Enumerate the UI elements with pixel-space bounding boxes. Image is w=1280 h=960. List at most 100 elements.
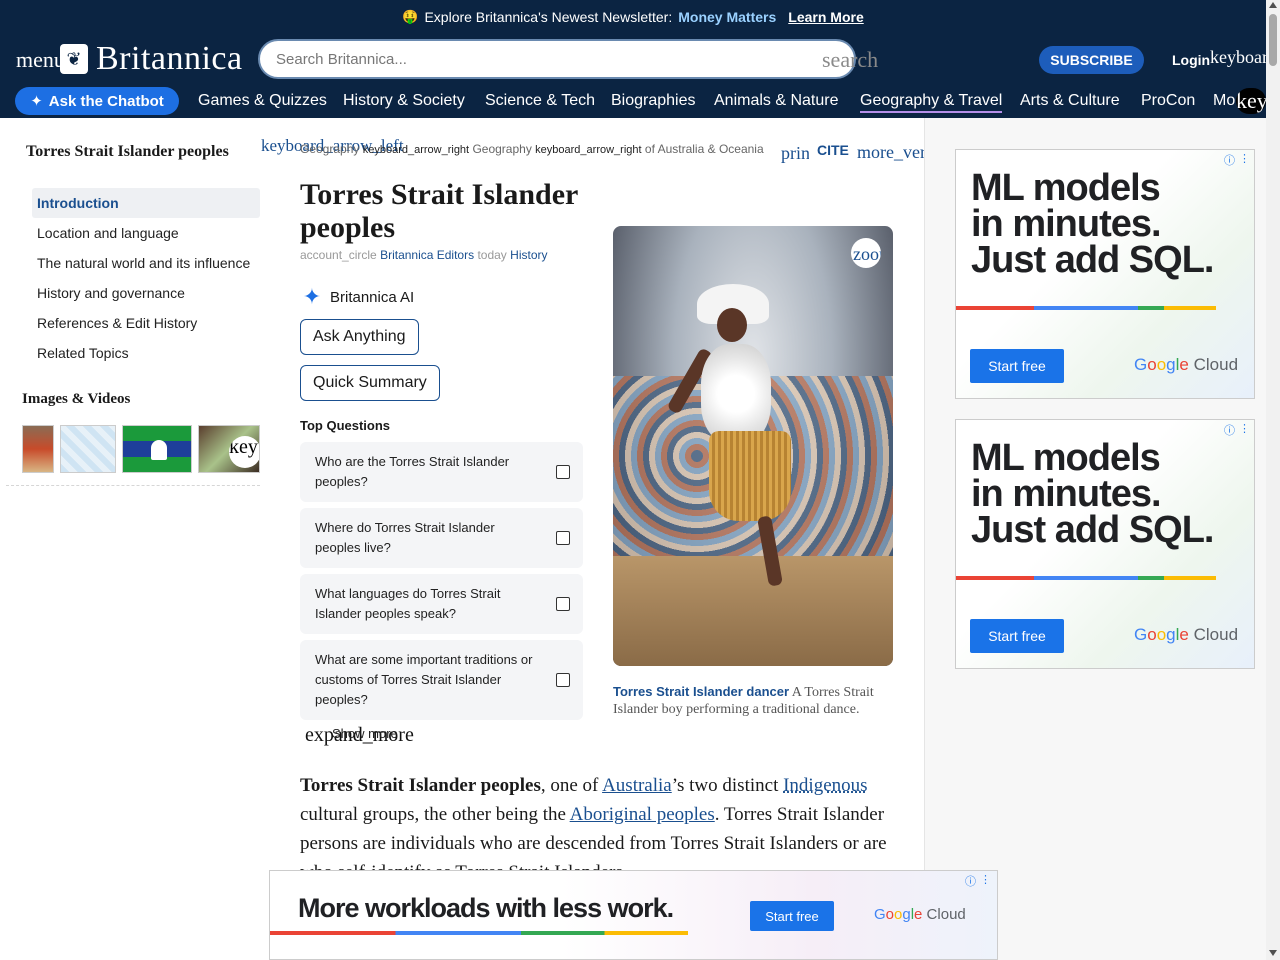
show-more-button[interactable]: Show more	[332, 726, 398, 741]
logo-letter: e	[1179, 355, 1189, 374]
ad-info-icon[interactable]: ⓘ	[965, 873, 976, 889]
bottom-ad-start-free-button[interactable]: Start free	[750, 901, 834, 931]
ai-sparkle-icon: ✦	[302, 284, 322, 309]
toc-natural-world[interactable]: The natural world and its influence	[32, 248, 260, 278]
print-icon[interactable]: print	[781, 143, 809, 164]
question-text: What are some important traditions or cu…	[315, 652, 533, 707]
login-chevron-icon[interactable]: keyboard_arrow_down	[1210, 47, 1266, 68]
britannica-thistle-icon[interactable]: ❦	[60, 44, 88, 74]
more-options-icon[interactable]: more_vert	[857, 142, 931, 163]
money-face-icon: 🤑	[402, 9, 419, 24]
bottom-advertisement[interactable]: ⓘ ⋮ More workloads with less work. Start…	[269, 870, 998, 960]
ad-info[interactable]: ⓘ ⋮	[965, 873, 991, 889]
expand-question-icon[interactable]	[556, 465, 570, 479]
logo-letter: g	[902, 906, 911, 923]
search-bar[interactable]	[258, 39, 856, 79]
subscribe-button[interactable]: SUBSCRIBE	[1039, 46, 1144, 74]
breadcrumb-geography[interactable]: Geography	[300, 142, 359, 156]
logo-cloud: Cloud	[1188, 355, 1239, 374]
expand-question-icon[interactable]	[556, 531, 570, 545]
nav-arts-culture[interactable]: Arts & Culture	[1020, 92, 1120, 110]
indigenous-link[interactable]: Indigenous	[783, 775, 867, 796]
nav-more-chevron-icon[interactable]: keyboard_arrow_down	[1236, 88, 1266, 114]
top-questions-list: Who are the Torres Strait Islander peopl…	[300, 442, 583, 726]
logo-letter: o	[1156, 625, 1167, 644]
nav-animals-nature[interactable]: Animals & Nature	[714, 92, 839, 110]
nav-science-tech[interactable]: Science & Tech	[485, 92, 595, 110]
breadcrumb-geography-2[interactable]: Geography	[472, 142, 531, 156]
question-item[interactable]: What languages do Torres Strait Islander…	[300, 574, 583, 634]
toc-references[interactable]: References & Edit History	[32, 308, 260, 338]
question-item[interactable]: Who are the Torres Strait Islander peopl…	[300, 442, 583, 502]
login-link[interactable]: Login	[1172, 52, 1210, 68]
ask-anything-button[interactable]: Ask Anything	[300, 319, 419, 355]
ask-chatbot-button[interactable]: ✦ Ask the Chatbot	[15, 87, 179, 115]
history-link[interactable]: History	[510, 248, 547, 262]
ad-info[interactable]: ⓘ ⋮	[1224, 422, 1250, 438]
ai-label-text: Britannica AI	[330, 288, 415, 306]
nav-procon[interactable]: ProCon	[1141, 92, 1195, 110]
search-input[interactable]	[276, 50, 796, 68]
grass-skirt	[709, 431, 791, 521]
question-item[interactable]: What are some important traditions or cu…	[300, 640, 583, 720]
ad-color-bar	[270, 931, 688, 935]
nav-geography-travel[interactable]: Geography & Travel	[860, 92, 1003, 113]
breadcrumb-tail[interactable]: of Australia & Oceania	[645, 142, 764, 156]
menu-icon[interactable]: menu	[16, 47, 65, 73]
nav-more[interactable]: Mo	[1213, 92, 1235, 110]
ad-menu-icon[interactable]: ⋮	[1239, 422, 1250, 438]
chatbot-label: Ask the Chatbot	[48, 92, 164, 110]
toc-history-governance[interactable]: History and governance	[32, 278, 260, 308]
advertisement[interactable]: ⓘ ⋮ ML models in minutes. Just add SQL. …	[955, 149, 1255, 399]
feather-costume	[701, 344, 771, 444]
thumbnail-next-icon[interactable]: keyboard_arrow_right	[229, 436, 259, 468]
caption-title-link[interactable]: Torres Strait Islander dancer	[613, 684, 789, 699]
ad-info-icon[interactable]: ⓘ	[1224, 422, 1235, 438]
ad-start-free-button[interactable]: Start free	[970, 619, 1064, 653]
scroll-thumb[interactable]	[1269, 14, 1277, 66]
thumbnail-dancer[interactable]	[22, 425, 54, 473]
aboriginal-peoples-link[interactable]: Aboriginal peoples	[570, 804, 715, 825]
thumbnail-map[interactable]	[60, 425, 116, 473]
australia-link[interactable]: Australia	[602, 775, 672, 796]
sidebar-title: Torres Strait Islander peoples	[26, 143, 229, 160]
toc-location-language[interactable]: Location and language	[32, 218, 260, 248]
zoom-icon[interactable]: zoom_in	[851, 238, 881, 268]
expand-question-icon[interactable]	[556, 673, 570, 687]
quick-summary-button[interactable]: Quick Summary	[300, 365, 440, 401]
ad-headline-line: Just add SQL.	[971, 509, 1214, 551]
thumbnail-flag[interactable]	[122, 425, 192, 473]
advertisement[interactable]: ⓘ ⋮ ML models in minutes. Just add SQL. …	[955, 419, 1255, 669]
author-link[interactable]: Britannica Editors	[380, 248, 474, 262]
cite-button[interactable]: CITE	[817, 142, 849, 158]
nav-biographies[interactable]: Biographies	[611, 92, 696, 110]
scroll-down-arrow-icon[interactable]	[1269, 950, 1277, 956]
figure-caption: Torres Strait Islander dancer A Torres S…	[613, 683, 893, 718]
ad-menu-icon[interactable]: ⋮	[1239, 152, 1250, 168]
ad-info[interactable]: ⓘ ⋮	[1224, 152, 1250, 168]
question-item[interactable]: Where do Torres Strait Islander peoples …	[300, 508, 583, 568]
page-scrollbar[interactable]	[1266, 0, 1280, 960]
toc-related-topics[interactable]: Related Topics	[32, 338, 260, 368]
ad-headline: ML models in minutes. Just add SQL.	[971, 169, 1214, 279]
ad-start-free-button[interactable]: Start free	[970, 349, 1064, 383]
thumbnail-portrait[interactable]: keyboard_arrow_right	[198, 425, 260, 473]
learn-more-link[interactable]: Learn More	[788, 9, 863, 25]
logo-letter: g	[1166, 355, 1176, 374]
logo-letter: o	[885, 906, 895, 923]
nav-history-society[interactable]: History & Society	[343, 92, 465, 110]
logo[interactable]: Britannica	[96, 40, 243, 78]
ad-info-icon[interactable]: ⓘ	[1224, 152, 1235, 168]
britannica-ai-label: ✦ Britannica AI	[300, 285, 414, 309]
logo-cloud: Cloud	[1188, 625, 1239, 644]
scroll-up-arrow-icon[interactable]	[1269, 2, 1277, 8]
nav-games-quizzes[interactable]: Games & Quizzes	[198, 92, 327, 110]
expand-question-icon[interactable]	[556, 597, 570, 611]
search-icon[interactable]: search	[822, 47, 878, 73]
ad-menu-icon[interactable]: ⋮	[980, 873, 991, 889]
logo-cloud: Cloud	[922, 906, 966, 923]
body-text-span: , one of	[540, 775, 603, 796]
toc-introduction[interactable]: Introduction	[32, 188, 260, 218]
dancer-photo[interactable]	[613, 226, 893, 666]
bottom-ad-headline: More workloads with less work.	[298, 893, 674, 923]
